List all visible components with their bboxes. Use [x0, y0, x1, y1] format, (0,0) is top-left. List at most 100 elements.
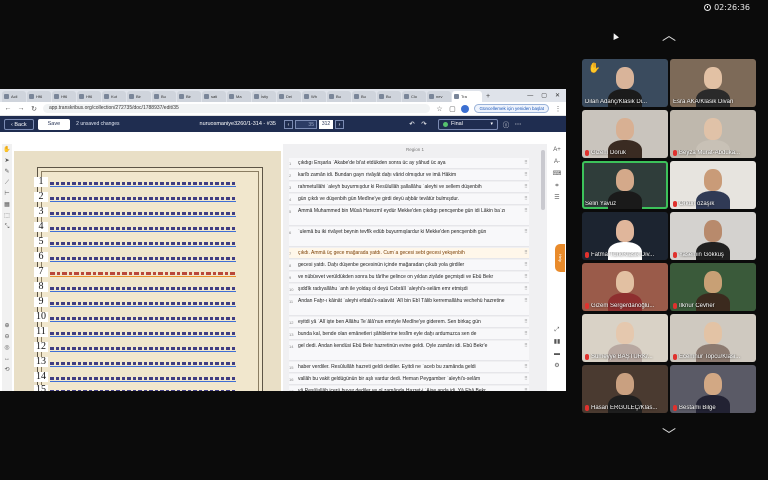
- prev-page-button[interactable]: ‹: [283, 119, 293, 129]
- undo-icon[interactable]: ↶: [408, 120, 416, 128]
- manuscript-text-line[interactable]: [50, 196, 236, 202]
- extensions-icon[interactable]: ▢: [448, 105, 456, 113]
- browser-tab[interactable]: Bir: [127, 91, 151, 102]
- drag-handle-icon[interactable]: ⠿: [523, 184, 529, 190]
- transcription-line[interactable]: 9 ve nübüvvet verüldükden sonra bu târîhe…: [289, 272, 529, 283]
- browser-tab[interactable]: Ma: [227, 91, 251, 102]
- profile-avatar[interactable]: [461, 104, 470, 113]
- browser-tab[interactable]: Acil: [2, 91, 26, 102]
- participant-tile[interactable]: Hasan ERGÜLEÇ/Klas...: [582, 365, 668, 413]
- redo-icon[interactable]: ↷: [420, 120, 428, 128]
- browser-tab[interactable]: Bir: [177, 91, 201, 102]
- transcription-line[interactable]: 6 `ulemâ bu iki rivâyet beynin tevfîk edü…: [289, 227, 529, 247]
- save-button[interactable]: Save: [37, 118, 71, 130]
- zoom-out-icon[interactable]: ⊖: [4, 334, 9, 341]
- move-icon[interactable]: ⤡: [5, 224, 10, 231]
- back-button[interactable]: ‹ Back: [4, 118, 34, 130]
- maximize-icon[interactable]: ▢: [541, 91, 547, 102]
- transcription-line-text[interactable]: haber verdiler. Resûlullâh hazreti geldi…: [298, 364, 523, 371]
- manuscript-text-line[interactable]: [50, 376, 236, 382]
- browser-tab[interactable]: Bu: [377, 91, 401, 102]
- participant-tile[interactable]: Fatma Türk/Klasik Div...: [582, 212, 668, 260]
- participant-tile[interactable]: ✋ Dilan Adanç/Klasik Di...: [582, 59, 668, 107]
- transcription-line[interactable]: 14 gel dedi. Andan kendüsi Ebû Bekr hazre…: [289, 341, 529, 361]
- transcription-line[interactable]: 17yâ Resûlullâh içerü buyur dediler ve o…: [289, 386, 529, 391]
- participant-tile[interactable]: Ecemnur Topcu/Klasi...: [670, 314, 756, 362]
- participant-tile[interactable]: Selin Yavuz: [582, 161, 668, 209]
- transcription-line-text[interactable]: yâ Resûlullâh içerü buyur dediler ve ol …: [298, 388, 523, 391]
- font-increase-icon[interactable]: A+: [553, 147, 561, 154]
- star-icon[interactable]: ☆: [435, 105, 443, 113]
- manuscript-text-line[interactable]: [50, 301, 236, 307]
- browser-tab[interactable]: Bu: [352, 91, 376, 102]
- transcription-line-text[interactable]: `ulemâ bu iki rivâyet beynin tevfîk edüb…: [298, 229, 523, 236]
- browser-tab[interactable]: Kut: [102, 91, 126, 102]
- manuscript-text-line[interactable]: [50, 241, 236, 247]
- transcription-line-text[interactable]: Ammâ Muhammed bin Mûsâ Harezmî eydür Mek…: [298, 208, 523, 215]
- info-icon[interactable]: ⓘ: [502, 119, 510, 129]
- select-area-icon[interactable]: ⬚: [4, 213, 10, 220]
- transcription-line-text[interactable]: Andan Faḫr-ı kâinât `aleyhi efdalü's-sal…: [298, 298, 523, 305]
- participant-tile[interactable]: Gizem Doruk: [582, 110, 668, 158]
- url-input[interactable]: app.transkribus.org/collection/272735/do…: [43, 104, 431, 113]
- status-select[interactable]: Final ▾: [437, 118, 498, 130]
- more-icon[interactable]: ⋯: [514, 120, 522, 128]
- transcription-line-text[interactable]: çıkdıgı Enşarla `Akabe'de bi'at etdükden…: [298, 160, 523, 167]
- scrollbar[interactable]: [541, 150, 545, 210]
- browser-tab[interactable]: sati: [202, 91, 226, 102]
- manuscript-text-line[interactable]: [50, 286, 236, 292]
- manuscript-text-line[interactable]: [50, 361, 236, 367]
- transcription-line-text[interactable]: rahmetullâhi `aleyh buyurmışdur ki Resûl…: [298, 184, 523, 191]
- drag-handle-icon[interactable]: ⠿: [523, 196, 529, 202]
- chevron-down-icon[interactable]: ﹀: [659, 429, 679, 443]
- transcription-line-text[interactable]: eyitdi yâ `Alî işte ben Allâhu Te`âlâ'nu…: [298, 319, 523, 326]
- fit-icon[interactable]: ◎: [4, 345, 9, 352]
- browser-tab[interactable]: nev: [427, 91, 451, 102]
- rows-icon[interactable]: ▬: [554, 351, 560, 358]
- transcription-line-text[interactable]: vallâh bu vakit geldügünün bir aşlı vard…: [298, 376, 523, 383]
- transcription-line[interactable]: 15 haber verdiler. Resûlullâh hazreti gel…: [289, 362, 529, 373]
- keyboard-icon[interactable]: ⌨: [553, 171, 562, 178]
- manuscript-image[interactable]: 1 2 3 4 5 6 7 8 9 10 11 12 13 14 15: [14, 151, 281, 391]
- region-icon[interactable]: ▦: [4, 202, 10, 209]
- participant-tile[interactable]: Beyza Murat-Abduka...: [670, 110, 756, 158]
- list-icon[interactable]: ☰: [554, 195, 559, 202]
- transcription-line[interactable]: 4 gün çıkdı ve düşenbih gün Medîne'ye gir…: [289, 194, 529, 205]
- transcription-line[interactable]: 16 vallâh bu vakit geldügünün bir aşlı va…: [289, 374, 529, 385]
- browser-tab[interactable]: Wh: [302, 91, 326, 102]
- participant-tile[interactable]: Bestami Bilge: [670, 365, 756, 413]
- forward-arrow-icon[interactable]: →: [17, 105, 25, 112]
- drag-handle-icon[interactable]: ⠿: [523, 208, 529, 214]
- transcription-line-text[interactable]: ve nübüvvet verüldükden sonra bu târîhe …: [298, 274, 523, 281]
- transcription-line-text[interactable]: çıkdı. Ammâ üç gece mağarada yatdı. Cum`…: [298, 250, 523, 257]
- manuscript-text-line[interactable]: [50, 316, 236, 322]
- manuscript-text-line[interactable]: [50, 389, 236, 391]
- manuscript-text-line[interactable]: [50, 346, 236, 352]
- manuscript-text-line[interactable]: [50, 271, 236, 277]
- zoom-in-icon[interactable]: ⊕: [4, 323, 9, 330]
- columns-icon[interactable]: ▮▮: [554, 339, 561, 346]
- transcription-line[interactable]: 2 karîb zamân idi. Bundan gayrı rivâyât d…: [289, 170, 529, 181]
- drag-handle-icon[interactable]: ⠿: [523, 364, 529, 370]
- chevron-up-icon[interactable]: ︿: [659, 29, 679, 43]
- transcription-line[interactable]: 1 çıkdıgı Enşarla `Akabe'de bi'at etdükde…: [289, 158, 529, 169]
- drag-handle-icon[interactable]: ⠿: [523, 262, 529, 268]
- update-button[interactable]: Güncellemek için yeniden başlat: [474, 104, 549, 113]
- transcription-line[interactable]: 13 bunda kal, bende olan emânetleri şâhib…: [289, 329, 529, 340]
- drag-handle-icon[interactable]: ⠿: [523, 343, 529, 349]
- close-icon[interactable]: ✕: [555, 91, 560, 102]
- drag-handle-icon[interactable]: ⠿: [523, 250, 529, 256]
- page-input[interactable]: 35: [294, 119, 317, 129]
- transcription-line[interactable]: 12 eyitdi yâ `Alî işte ben Allâhu Te`âlâ'…: [289, 317, 529, 328]
- browser-tab[interactable]: Hf6: [77, 91, 101, 102]
- manuscript-text-line[interactable]: [50, 256, 236, 262]
- next-page-button[interactable]: ›: [334, 119, 344, 129]
- pen-icon[interactable]: ✎: [4, 169, 9, 176]
- participant-tile[interactable]: Orkun özaşık: [670, 161, 756, 209]
- browser-tab[interactable]: Dei: [277, 91, 301, 102]
- back-arrow-icon[interactable]: ←: [4, 105, 12, 112]
- drag-handle-icon[interactable]: ⠿: [523, 319, 529, 325]
- browser-tab[interactable]: Hf6: [52, 91, 76, 102]
- participant-tile[interactable]: Gizem Sergerdanoğlu...: [582, 263, 668, 311]
- transcription-line[interactable]: 5 Ammâ Muhammed bin Mûsâ Harezmî eydür Me…: [289, 206, 529, 226]
